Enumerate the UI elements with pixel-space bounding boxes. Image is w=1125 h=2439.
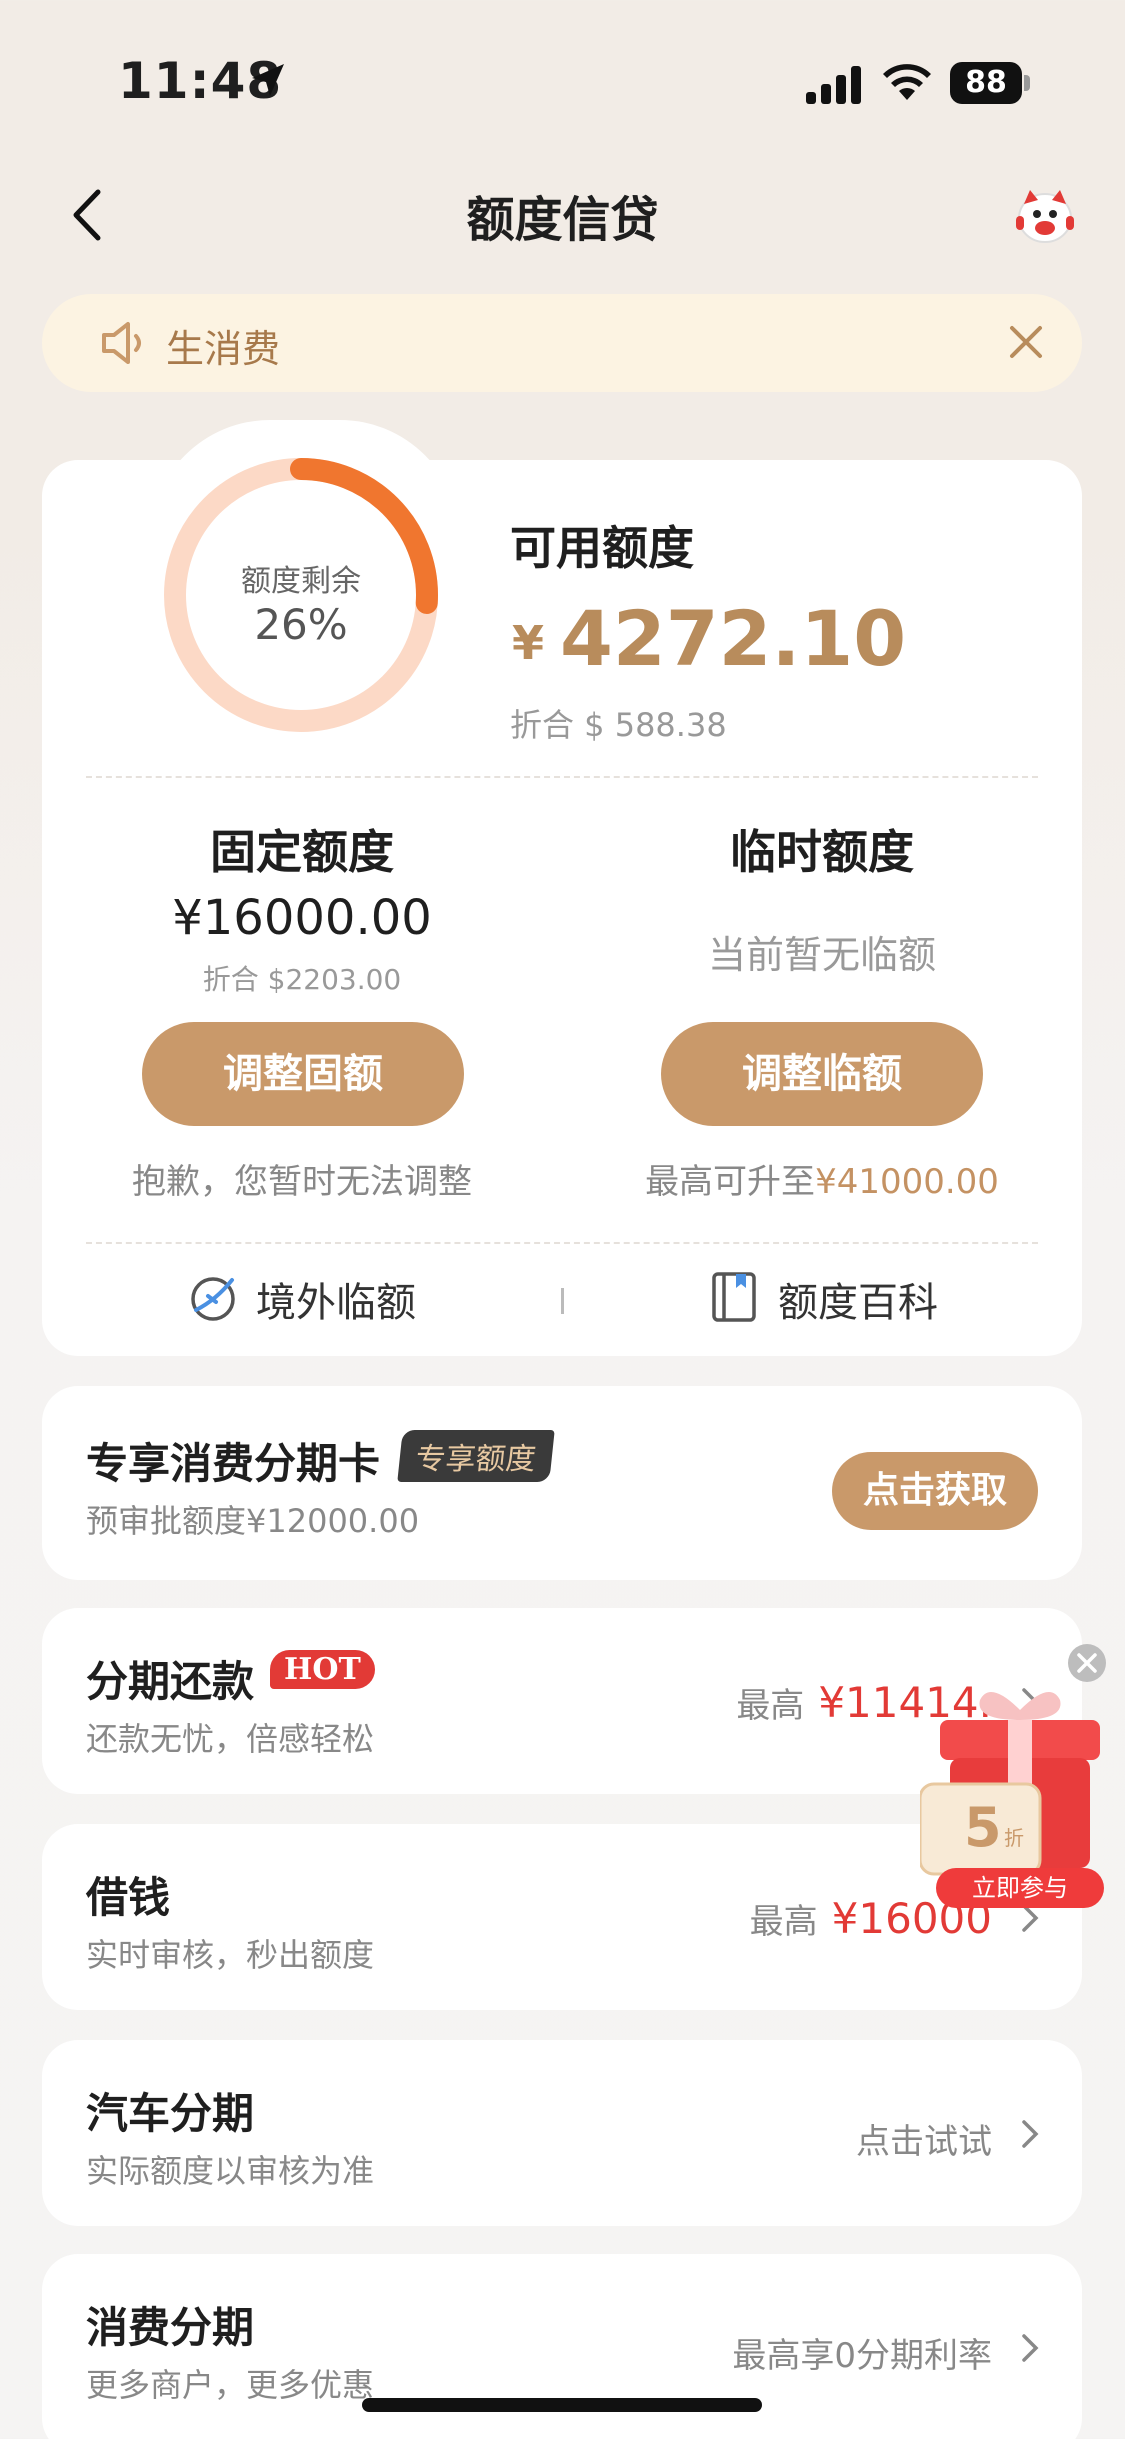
notice-text: 生消费 xyxy=(166,327,281,371)
speaker-icon xyxy=(102,322,141,364)
globe-plane-icon xyxy=(191,1277,235,1321)
battery-cap xyxy=(1024,75,1030,91)
notice-banner[interactable]: 生消费 xyxy=(42,294,1082,392)
divider xyxy=(86,1242,1038,1244)
temp-title: 临时额度 xyxy=(730,825,914,879)
adjust-temp-button[interactable]: 调整临额 xyxy=(661,1022,983,1126)
page-title: 额度信贷 xyxy=(466,192,659,248)
repayment-sub: 还款无忧，倍感轻松 xyxy=(86,1720,375,1758)
hot-badge: HOT xyxy=(270,1650,375,1689)
fixed-usd: 折合 $2203.00 xyxy=(202,963,402,996)
borrow-title: 借钱 xyxy=(86,1873,171,1922)
chevron-right-icon xyxy=(1022,2334,1039,2362)
car-right: 点击试试 xyxy=(856,2122,992,2162)
temp-note-amount: ¥41000.00 xyxy=(815,1162,999,1202)
overseas-temp-label: 境外临额 xyxy=(256,1280,416,1326)
get-card-button[interactable]: 点击获取 xyxy=(832,1452,1038,1530)
chevron-right-icon xyxy=(1022,2120,1039,2148)
temp-none-text: 当前暂无临额 xyxy=(707,933,936,977)
consumer-right: 最高享0分期利率 xyxy=(732,2336,992,2376)
close-icon[interactable] xyxy=(1006,322,1046,362)
location-arrow-icon xyxy=(252,64,284,96)
gift-cta[interactable]: 立即参与 xyxy=(936,1868,1104,1908)
car-title: 汽车分期 xyxy=(86,2089,255,2138)
temp-note-prefix: 最高可升至 xyxy=(645,1162,816,1202)
installment-card-title: 专享消费分期卡 xyxy=(86,1439,381,1488)
book-icon xyxy=(712,1272,756,1322)
fixed-amount: ¥16000.00 xyxy=(172,890,432,946)
home-indicator xyxy=(362,2398,762,2412)
available-usd: 折合 $ 588.38 xyxy=(510,706,727,744)
gift-close-icon[interactable] xyxy=(1066,1642,1108,1684)
available-title: 可用额度 xyxy=(510,521,694,575)
link-separator xyxy=(561,1288,564,1314)
car-sub: 实际额度以审核为准 xyxy=(86,2152,375,2190)
mascot-avatar-icon[interactable] xyxy=(1010,186,1080,246)
consumer-title: 消费分期 xyxy=(86,2303,255,2352)
borrow-right-prefix: 最高 xyxy=(749,1902,818,1942)
temp-note: 最高可升至¥41000.00 xyxy=(562,1154,1082,1203)
cellular-signal-icon xyxy=(806,66,861,104)
repayment-title: 分期还款 xyxy=(86,1657,255,1706)
consumer-sub: 更多商户，更多优惠 xyxy=(86,2366,375,2404)
battery-level: 88 xyxy=(950,62,1022,104)
borrow-sub: 实时审核，秒出额度 xyxy=(86,1936,375,1974)
fixed-title: 固定额度 xyxy=(210,825,394,879)
installment-card-sub: 预审批额度¥12000.00 xyxy=(86,1502,420,1540)
available-amount: 4272.10 xyxy=(560,594,907,683)
fixed-note: 抱歉，您暂时无法调整 xyxy=(132,1162,472,1202)
divider xyxy=(86,776,1038,778)
gift-promo[interactable]: 5 折 立即参与 xyxy=(920,1680,1120,1910)
battery-indicator: 88 xyxy=(950,62,1030,104)
credit-wiki-label: 额度百科 xyxy=(778,1280,938,1326)
installment-card-panel: 专享消费分期卡 专享额度 预审批额度¥12000.00 点击获取 xyxy=(42,1386,1082,1580)
repayment-right-prefix: 最高 xyxy=(736,1686,805,1726)
adjust-fixed-button[interactable]: 调整固额 xyxy=(142,1022,464,1126)
available-currency: ¥ xyxy=(512,616,545,670)
gift-discount: 5 xyxy=(964,1796,1002,1859)
ring-label: 额度剩余 xyxy=(241,564,361,599)
gift-discount-unit: 折 xyxy=(1004,1826,1024,1850)
exclusive-tag: 专享额度 xyxy=(397,1430,555,1482)
wifi-icon xyxy=(883,64,931,100)
car-installment-row[interactable]: 汽车分期 实际额度以审核为准 点击试试 xyxy=(42,2040,1082,2226)
ring-percent: 26% xyxy=(254,600,348,649)
